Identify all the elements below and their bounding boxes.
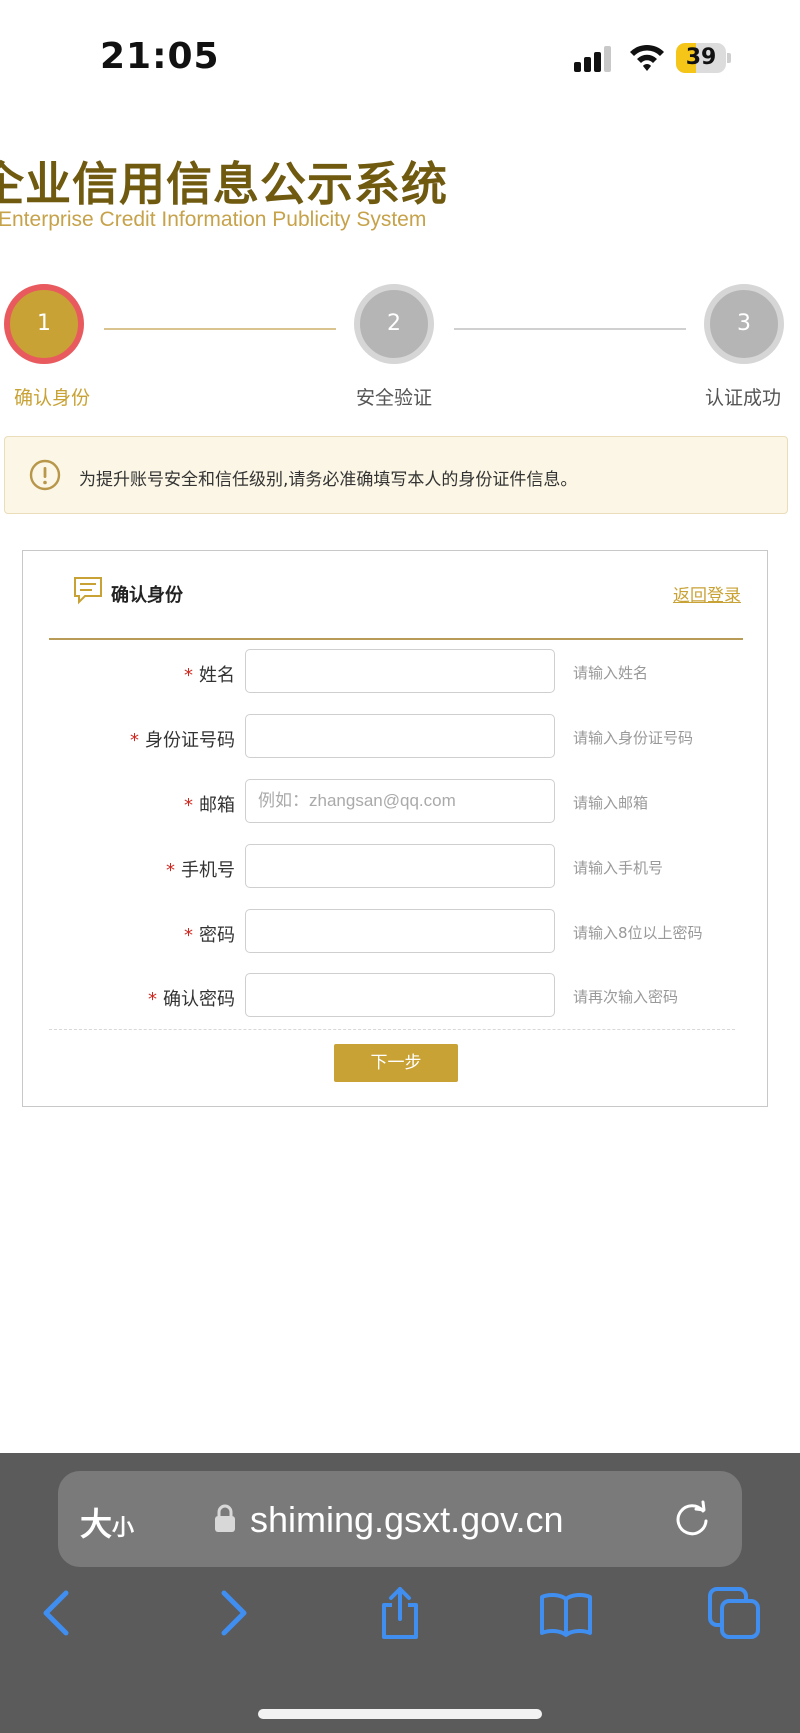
- url-text: shiming.gsxt.gov.cn: [250, 1499, 564, 1540]
- site-logo-cn: 企业信用信息公示系统: [0, 157, 448, 211]
- email-input[interactable]: [245, 779, 555, 823]
- battery-level: 39: [685, 45, 717, 70]
- text-size-small: 小: [112, 1516, 135, 1541]
- browser-toolbar: 大小 shiming.gsxt.gov.cn: [0, 1453, 800, 1733]
- required-mark: *: [148, 989, 157, 1010]
- id-number-input[interactable]: [245, 714, 555, 758]
- comment-icon: [74, 577, 102, 605]
- form-row-password: * 密码 请输入8位以上密码: [23, 909, 769, 955]
- next-step-button[interactable]: 下一步: [334, 1044, 458, 1082]
- email-label: * 邮箱: [184, 791, 235, 817]
- home-indicator: [258, 1709, 542, 1719]
- exclamation-circle-icon: [29, 459, 61, 491]
- confirm-password-label-text: 确认密码: [163, 989, 235, 1010]
- step-3-circle: 3: [704, 284, 784, 364]
- phone-hint: 请输入手机号: [573, 859, 664, 877]
- email-hint: 请输入邮箱: [573, 794, 649, 812]
- phone-input[interactable]: [245, 844, 555, 888]
- book-icon[interactable]: [538, 1585, 594, 1641]
- status-bar: 21:05 39: [0, 0, 800, 120]
- address-bar[interactable]: 大小 shiming.gsxt.gov.cn: [58, 1471, 742, 1567]
- required-mark: *: [184, 665, 193, 686]
- form-divider: [49, 1029, 735, 1030]
- email-label-text: 邮箱: [199, 795, 235, 816]
- name-label-text: 姓名: [199, 665, 235, 686]
- notice-text: 为提升账号安全和信任级别,请务必准确填写本人的身份证件信息。: [79, 470, 578, 490]
- confirm-password-label: * 确认密码: [148, 985, 235, 1011]
- password-input[interactable]: [245, 909, 555, 953]
- share-icon[interactable]: [372, 1585, 428, 1641]
- id-number-label-text: 身份证号码: [145, 730, 235, 751]
- phone-label-text: 手机号: [181, 860, 235, 881]
- battery-tip: [727, 53, 731, 63]
- name-label: * 姓名: [184, 661, 235, 687]
- password-label-text: 密码: [199, 925, 235, 946]
- wifi-icon: [630, 44, 664, 71]
- lock-icon: [215, 1504, 235, 1532]
- step-1-circle: 1: [4, 284, 84, 364]
- required-mark: *: [184, 925, 193, 946]
- status-time: 21:05: [100, 36, 220, 77]
- password-label: * 密码: [184, 921, 235, 947]
- step-connector-1: [104, 328, 336, 330]
- name-hint: 请输入姓名: [573, 664, 649, 682]
- form-row-confirm-password: * 确认密码 请再次输入密码: [23, 973, 769, 1019]
- required-mark: *: [184, 795, 193, 816]
- id-number-label: * 身份证号码: [130, 726, 235, 752]
- step-1-label: 确认身份: [14, 387, 91, 409]
- identity-form-panel: 确认身份 返回登录 * 姓名 请输入姓名 * 身份证号码 请输入身份证号码 * 邮箱 …: [22, 550, 768, 1107]
- step-connector-2: [454, 328, 686, 330]
- reload-icon[interactable]: [672, 1499, 712, 1539]
- confirm-password-hint: 请再次输入密码: [573, 988, 679, 1006]
- step-2-label: 安全验证: [356, 387, 433, 409]
- phone-label: * 手机号: [166, 856, 235, 882]
- required-mark: *: [130, 730, 139, 751]
- battery-body: 39: [676, 43, 726, 73]
- text-size-big: 大: [80, 1505, 113, 1543]
- required-mark: *: [166, 860, 175, 881]
- password-hint: 请输入8位以上密码: [573, 924, 703, 942]
- form-row-id-number: * 身份证号码 请输入身份证号码: [23, 714, 769, 760]
- panel-divider: [49, 638, 743, 640]
- cellular-signal-icon: [574, 46, 611, 72]
- form-row-email: * 邮箱 请输入邮箱: [23, 779, 769, 825]
- back-to-login-link[interactable]: 返回登录: [673, 581, 741, 606]
- tabs-icon[interactable]: [706, 1585, 762, 1641]
- form-title: 确认身份: [111, 585, 183, 606]
- confirm-password-input[interactable]: [245, 973, 555, 1017]
- chevron-left-icon[interactable]: [30, 1585, 86, 1641]
- site-logo-en: Enterprise Credit Information Publicity …: [0, 208, 427, 231]
- id-number-hint: 请输入身份证号码: [573, 729, 694, 747]
- form-row-name: * 姓名 请输入姓名: [23, 649, 769, 695]
- battery-indicator: 39: [676, 43, 731, 73]
- form-row-phone: * 手机号 请输入手机号: [23, 844, 769, 890]
- chevron-right-icon[interactable]: [204, 1585, 260, 1641]
- security-notice: 为提升账号安全和信任级别,请务必准确填写本人的身份证件信息。: [4, 436, 788, 514]
- text-size-button[interactable]: 大小: [80, 1499, 134, 1545]
- name-input[interactable]: [245, 649, 555, 693]
- step-3-label: 认证成功: [705, 387, 782, 409]
- step-2-circle: 2: [354, 284, 434, 364]
